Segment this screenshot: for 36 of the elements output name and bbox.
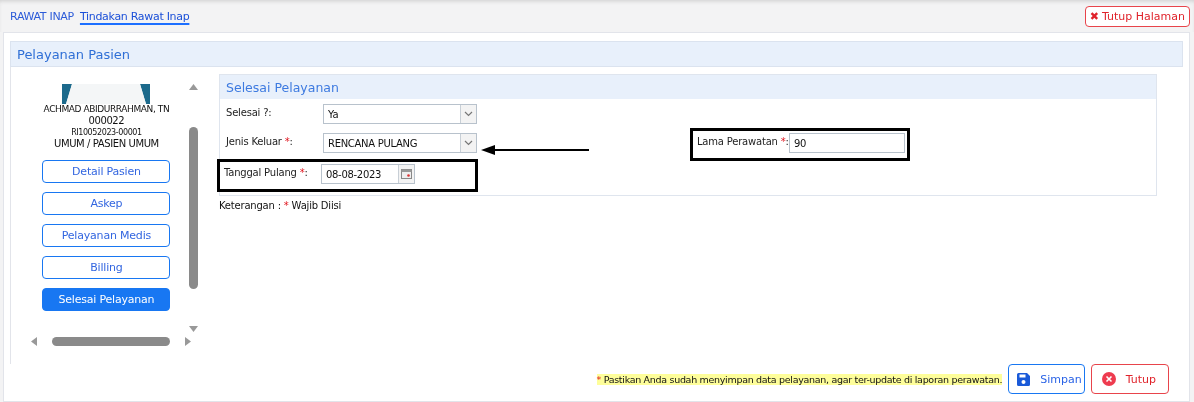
breadcrumb-link[interactable]: Tindakan Rawat Inap	[79, 9, 190, 23]
sidebar-button[interactable]: Detail Pasien	[42, 160, 171, 184]
scroll-right-icon[interactable]	[185, 336, 191, 346]
sidebar-button[interactable]: Billing	[42, 256, 171, 280]
patient-category: UMUM / PASIEN UMUM	[54, 137, 159, 151]
breadcrumb-link[interactable]: RAWAT INAP	[10, 9, 74, 23]
scroll-down-icon[interactable]	[188, 326, 198, 332]
sidebar-button[interactable]: Selesai Pelayanan	[42, 288, 171, 312]
scroll-left-icon[interactable]	[31, 336, 37, 346]
close-icon	[1101, 372, 1116, 386]
registration-number: RI10052023-00001	[71, 127, 142, 138]
scroll-up-icon[interactable]	[188, 84, 198, 90]
legend-text: Keterangan : * Wajib Diisi	[219, 200, 343, 211]
reminder-note: * Pastikan Anda sudah menyimpan data pelayanan, agar ter-update di laporan perawatan.	[596, 373, 1003, 385]
field-label: Tanggal Pulang *:	[224, 166, 309, 178]
caret-icon	[464, 111, 473, 117]
panel-title: Pelayanan Pasien	[10, 41, 1183, 67]
calendar-icon	[401, 169, 412, 179]
input-field[interactable]: 90	[789, 133, 905, 153]
sidebar-button[interactable]: Pelayanan Medis	[42, 224, 171, 248]
section-title: Selesai Pelayanan	[220, 75, 1156, 99]
dropdown[interactable]: Ya	[323, 104, 477, 124]
close-page-button[interactable]: ✖ Tutup Halaman	[1084, 5, 1190, 27]
field-label: Jenis Keluar *:	[226, 135, 294, 147]
field-label: Selesai ?:	[226, 106, 273, 118]
sidebar-button[interactable]: Askep	[42, 192, 171, 216]
close-button[interactable]: Tutup	[1090, 364, 1169, 394]
patient-number: 000022	[88, 115, 125, 128]
save-button[interactable]: Simpan	[1008, 364, 1085, 394]
vertical-scrollbar[interactable]	[188, 127, 198, 289]
patient-name: ACHMAD ABIDURRAHMAN, TN	[43, 104, 170, 116]
horizontal-scrollbar[interactable]	[52, 336, 170, 346]
field-label: Lama Perawatan *:	[697, 135, 789, 147]
date-field[interactable]: 08-08-2023	[321, 164, 415, 184]
caret-icon	[464, 140, 473, 146]
dropdown[interactable]: RENCANA PULANG	[323, 133, 477, 153]
